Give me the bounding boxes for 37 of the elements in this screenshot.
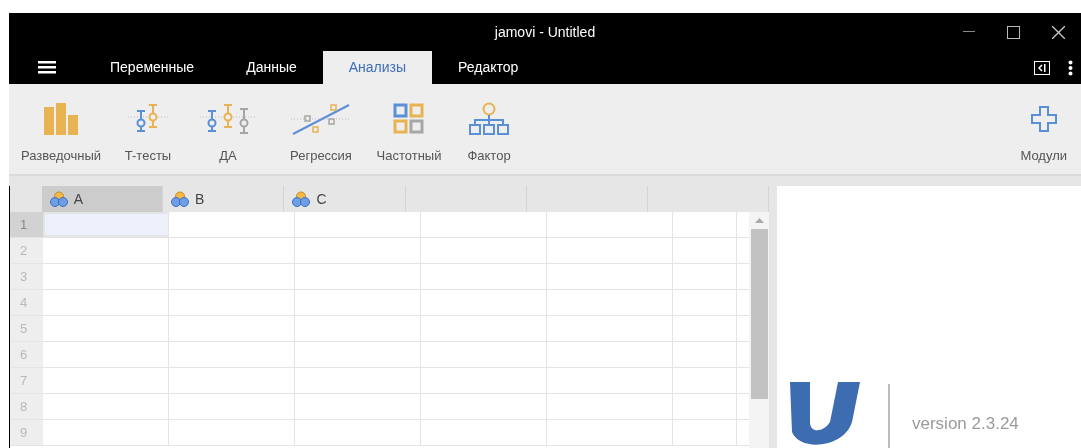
analysis-button[interactable]: Частотный	[369, 102, 449, 166]
scatter-line-icon	[291, 103, 351, 135]
analysis-button[interactable]: Разведочный	[9, 102, 113, 166]
column-header[interactable]: A	[41, 186, 164, 212]
analysis-button[interactable]: Регрессия	[273, 102, 369, 166]
analysis-button[interactable]: Фактор	[449, 102, 529, 166]
error-bars-icon	[200, 103, 256, 135]
grid-squares-icon	[393, 103, 425, 135]
analysis-button[interactable]: T-тесты	[113, 102, 183, 166]
more-icon	[1067, 59, 1073, 76]
nominal-variable-icon	[171, 191, 190, 207]
tab[interactable]: Данные	[220, 51, 323, 84]
version-label: version 2.3.24	[912, 412, 1019, 435]
column-header[interactable]: B	[163, 186, 285, 212]
nominal-variable-icon	[49, 191, 68, 207]
tab[interactable]: Переменные	[84, 51, 221, 84]
scroll-up-icon	[754, 218, 764, 223]
minimize-icon	[962, 31, 975, 33]
modules-button[interactable]: Модули	[1020, 102, 1081, 166]
window-title: jamovi - Untitled	[494, 22, 596, 42]
analysis-button[interactable]: ДА	[183, 102, 273, 166]
scrollbar[interactable]	[749, 212, 769, 448]
tab[interactable]: Редактор	[432, 51, 545, 84]
plus-icon	[1030, 106, 1057, 132]
column-header[interactable]: C	[284, 186, 406, 212]
close-icon	[1052, 25, 1065, 39]
jamovi-logo	[790, 382, 860, 448]
menu-icon	[37, 61, 56, 74]
nominal-variable-icon	[292, 191, 311, 207]
maximize-icon	[1007, 25, 1020, 39]
row-number: 1	[10, 212, 43, 237]
panel-toggle-icon	[1034, 60, 1050, 75]
tab[interactable]: Анализы	[322, 51, 433, 84]
bar-chart-icon	[43, 103, 79, 135]
hierarchy-icon	[468, 102, 510, 136]
error-bars-icon	[128, 103, 168, 135]
selected-cell[interactable]	[43, 212, 169, 237]
